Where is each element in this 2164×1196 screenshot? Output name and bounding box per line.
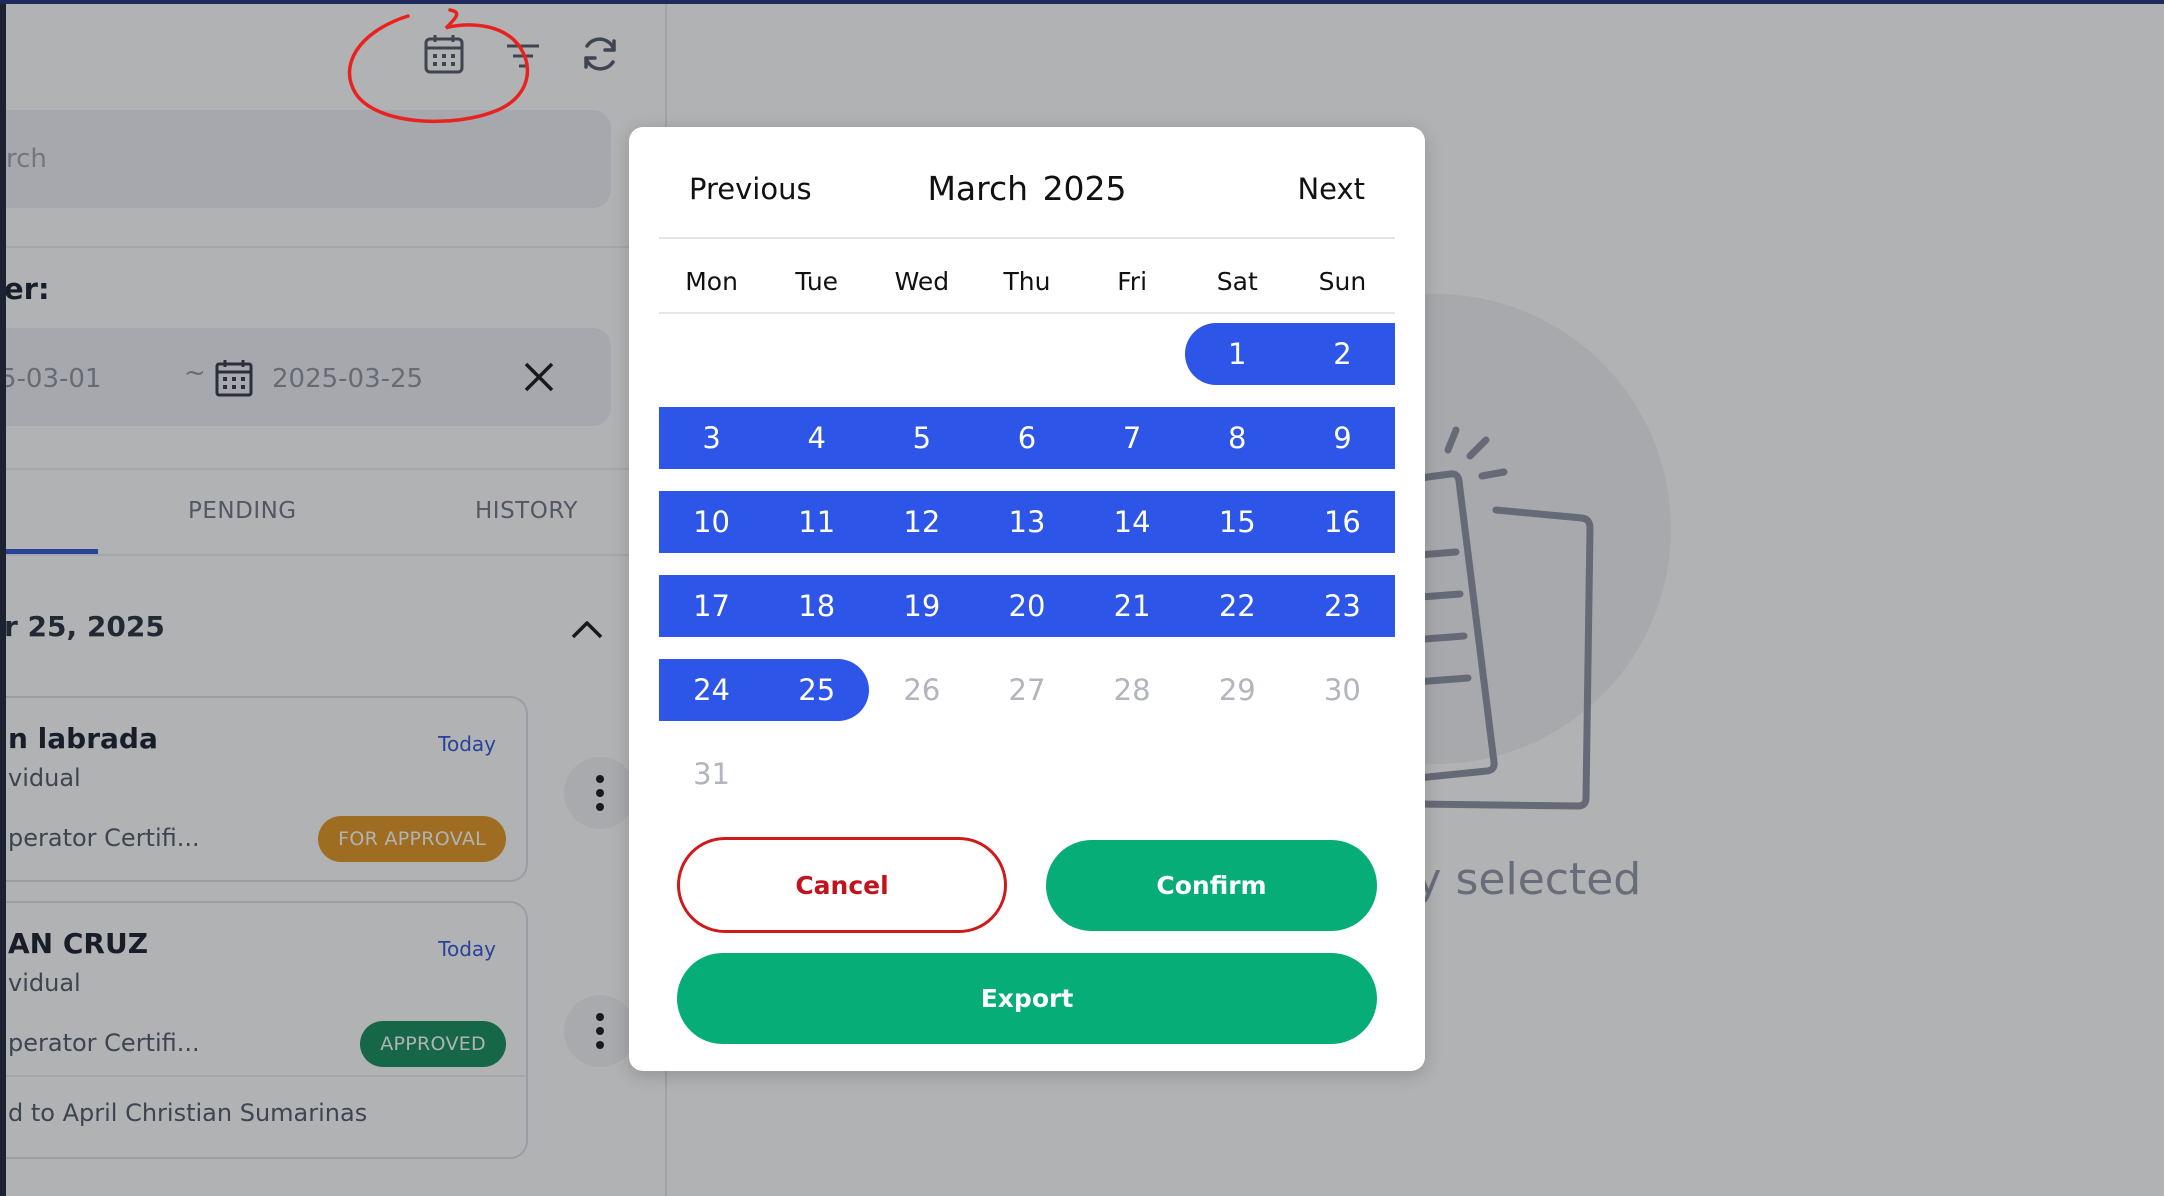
confirm-button[interactable]: Confirm (1046, 840, 1377, 931)
calendar-day[interactable]: 22 (1184, 575, 1290, 637)
calendar-day[interactable]: 27 (974, 659, 1079, 721)
calendar-empty-cell (869, 323, 974, 385)
calendar-empty-cell (974, 743, 1079, 805)
weekday-label: Sun (1318, 267, 1367, 296)
calendar-day[interactable]: 30 (1290, 659, 1395, 721)
calendar-day[interactable]: 10 (659, 491, 765, 553)
calendar-empty-cell (869, 743, 974, 805)
calendar-empty-cell (1185, 743, 1290, 805)
calendar-day[interactable]: 20 (974, 575, 1080, 637)
weekday-label: Thu (1003, 267, 1051, 296)
app-window: rch er: 5-03-01 ~ 2025-03-25 PENDING HIS… (6, 4, 2164, 1196)
calendar-day[interactable]: 3 (659, 407, 765, 469)
calendar-empty-cell (974, 323, 1079, 385)
calendar-empty-cell (764, 743, 869, 805)
calendar-day[interactable]: 11 (764, 491, 870, 553)
calendar-week-row: 17 18 19 20 21 22 23 (659, 575, 1395, 659)
calendar-week-row: 24 25 26 27 28 29 30 (659, 659, 1395, 743)
next-month-button[interactable]: Next (1297, 172, 1365, 206)
calendar-week-row: 31 (659, 743, 1395, 827)
calendar-day[interactable]: 18 (764, 575, 870, 637)
calendar-day[interactable]: 14 (1079, 491, 1185, 553)
calendar-day[interactable]: 9 (1289, 407, 1395, 469)
weekday-header: Mon Tue Wed Thu Fri Sat Sun (659, 257, 1395, 307)
calendar-week-row: 12 (659, 323, 1395, 407)
divider (659, 237, 1395, 239)
calendar-day[interactable]: 16 (1289, 491, 1395, 553)
calendar-day[interactable]: 26 (869, 659, 974, 721)
calendar-day[interactable]: 23 (1289, 575, 1395, 637)
calendar-day[interactable]: 2 (1289, 323, 1395, 385)
calendar-week-row: 10 11 12 13 14 15 16 (659, 491, 1395, 575)
export-button[interactable]: Export (677, 953, 1377, 1044)
calendar-day[interactable]: 1 (1184, 323, 1290, 385)
calendar-empty-cell (1080, 323, 1185, 385)
weekday-label: Sat (1216, 267, 1258, 296)
weekday-label: Wed (894, 267, 950, 296)
calendar-day[interactable]: 21 (1079, 575, 1185, 637)
calendar-day[interactable]: 19 (869, 575, 975, 637)
calendar-day[interactable]: 31 (659, 743, 764, 805)
calendar-day[interactable]: 12 (869, 491, 975, 553)
annotation-circle (347, 8, 530, 124)
calendar-day[interactable]: 6 (974, 407, 1080, 469)
date-range-picker-modal: Previous March 2025 Next Mon Tue Wed Thu… (629, 127, 1425, 1071)
calendar-empty-cell (1290, 743, 1395, 805)
calendar-week-row: 3456789 (659, 407, 1395, 491)
calendar-day[interactable]: 28 (1080, 659, 1185, 721)
calendar-empty-cell (1080, 743, 1185, 805)
calendar-day[interactable]: 24 (659, 659, 765, 721)
year-label: 2025 (1042, 169, 1127, 208)
weekday-label: Tue (795, 267, 839, 296)
calendar-grid: 1 2 3 4 5 6 7 8 9 10 11 12 13 14 15 16 17 18 19 20 21 22 23 24 2… (659, 323, 1395, 827)
calendar-day[interactable]: 29 (1185, 659, 1290, 721)
weekday-label: Mon (685, 267, 738, 296)
calendar-empty-cell (659, 323, 764, 385)
calendar-day[interactable]: 4 (764, 407, 870, 469)
calendar-day[interactable]: 15 (1184, 491, 1290, 553)
divider (659, 312, 1395, 314)
weekday-label: Fri (1117, 267, 1148, 296)
calendar-empty-cell (764, 323, 869, 385)
month-label: March (927, 169, 1029, 208)
calendar-day[interactable]: 5 (869, 407, 975, 469)
calendar-day[interactable]: 13 (974, 491, 1080, 553)
calendar-day[interactable]: 17 (659, 575, 765, 637)
cancel-button[interactable]: Cancel (677, 837, 1007, 933)
calendar-day[interactable]: 8 (1184, 407, 1290, 469)
calendar-day[interactable]: 7 (1079, 407, 1185, 469)
calendar-day[interactable]: 25 (764, 659, 870, 721)
